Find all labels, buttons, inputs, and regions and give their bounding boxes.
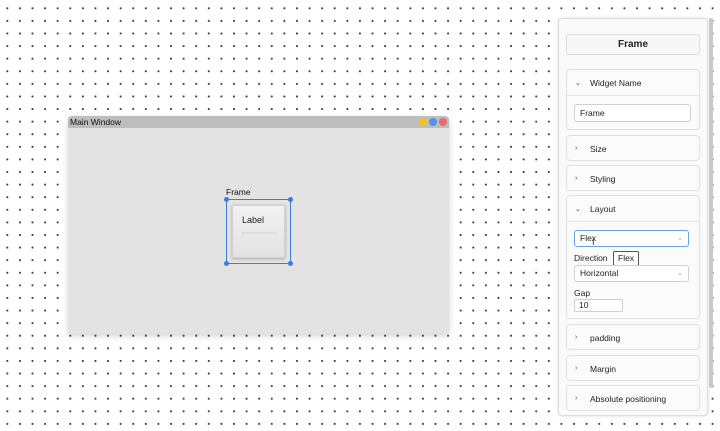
section-size: › Size <box>566 135 700 161</box>
section-label: Styling <box>590 173 616 184</box>
close-button[interactable] <box>439 118 447 126</box>
label-widget[interactable]: Label <box>232 205 285 258</box>
window-controls <box>419 118 447 126</box>
panel-scrollbar[interactable] <box>709 18 713 388</box>
window-titlebar[interactable]: Main Window <box>68 116 449 128</box>
resize-handle-bottom-left[interactable] <box>224 261 229 266</box>
frame-widget-label: Frame <box>226 187 251 197</box>
gap-input[interactable]: 10 <box>574 299 623 312</box>
section-absolute-positioning: › Absolute positioning <box>566 385 700 411</box>
chevron-down-icon: ⌄ <box>677 235 683 242</box>
section-header-widget-name[interactable]: ⌄ Widget Name <box>567 70 699 95</box>
chevron-right-icon: › <box>575 395 578 402</box>
chevron-down-icon: ⌄ <box>575 79 581 87</box>
properties-panel: Frame ⌄ Widget Name Frame › Size › Styli… <box>558 18 708 416</box>
section-label: padding <box>590 332 621 343</box>
chevron-down-icon: ⌄ <box>575 205 581 213</box>
layout-tooltip: Flex <box>613 251 640 266</box>
main-window[interactable]: Main Window Frame Label <box>68 116 449 334</box>
section-label: Layout <box>590 203 616 214</box>
direction-select[interactable]: Horizontal ⌄ <box>574 265 689 282</box>
section-header-absolute-positioning[interactable]: › Absolute positioning <box>567 386 699 411</box>
label-widget-text: Label <box>242 215 265 225</box>
section-header-size[interactable]: › Size <box>567 136 699 161</box>
section-label: Widget Name <box>590 77 642 88</box>
frame-widget[interactable]: Label <box>224 197 293 266</box>
resize-handle-bottom-right[interactable] <box>288 261 293 266</box>
section-body-widget-name: Frame <box>567 95 699 130</box>
section-label: Absolute positioning <box>590 393 667 404</box>
section-label: Size <box>590 143 607 154</box>
section-label: Margin <box>590 363 616 374</box>
minimize-button[interactable] <box>419 118 427 126</box>
section-header-styling[interactable]: › Styling <box>567 166 699 191</box>
section-styling: › Styling <box>566 165 700 191</box>
gap-label: Gap <box>574 288 591 298</box>
window-title: Main Window <box>70 117 122 127</box>
section-margin: › Margin <box>566 355 700 381</box>
section-layout: ⌄ Layout Flex ⌄ I Direction Flex Horizon… <box>566 195 700 319</box>
chevron-right-icon: › <box>575 334 578 341</box>
section-padding: › padding <box>566 324 700 350</box>
section-body-layout: Flex ⌄ I Direction Flex Horizontal ⌄ Gap… <box>567 221 699 319</box>
chevron-down-icon: ⌄ <box>677 270 683 277</box>
direction-value: Horizontal <box>580 268 619 278</box>
panel-title: Frame <box>566 34 700 55</box>
chevron-right-icon: › <box>575 145 578 152</box>
resize-handle-top-left[interactable] <box>224 197 229 202</box>
section-header-layout[interactable]: ⌄ Layout <box>567 196 699 221</box>
direction-label: Direction <box>574 253 608 263</box>
section-header-padding[interactable]: › padding <box>567 325 699 350</box>
maximize-button[interactable] <box>429 118 437 126</box>
text-cursor-icon: I <box>592 238 595 248</box>
widget-name-input[interactable]: Frame <box>574 104 691 122</box>
chevron-right-icon: › <box>575 175 578 182</box>
resize-handle-top-right[interactable] <box>288 197 293 202</box>
label-widget-shadow <box>241 232 277 235</box>
section-widget-name: ⌄ Widget Name Frame <box>566 69 700 130</box>
chevron-right-icon: › <box>575 365 578 372</box>
section-header-margin[interactable]: › Margin <box>567 356 699 381</box>
